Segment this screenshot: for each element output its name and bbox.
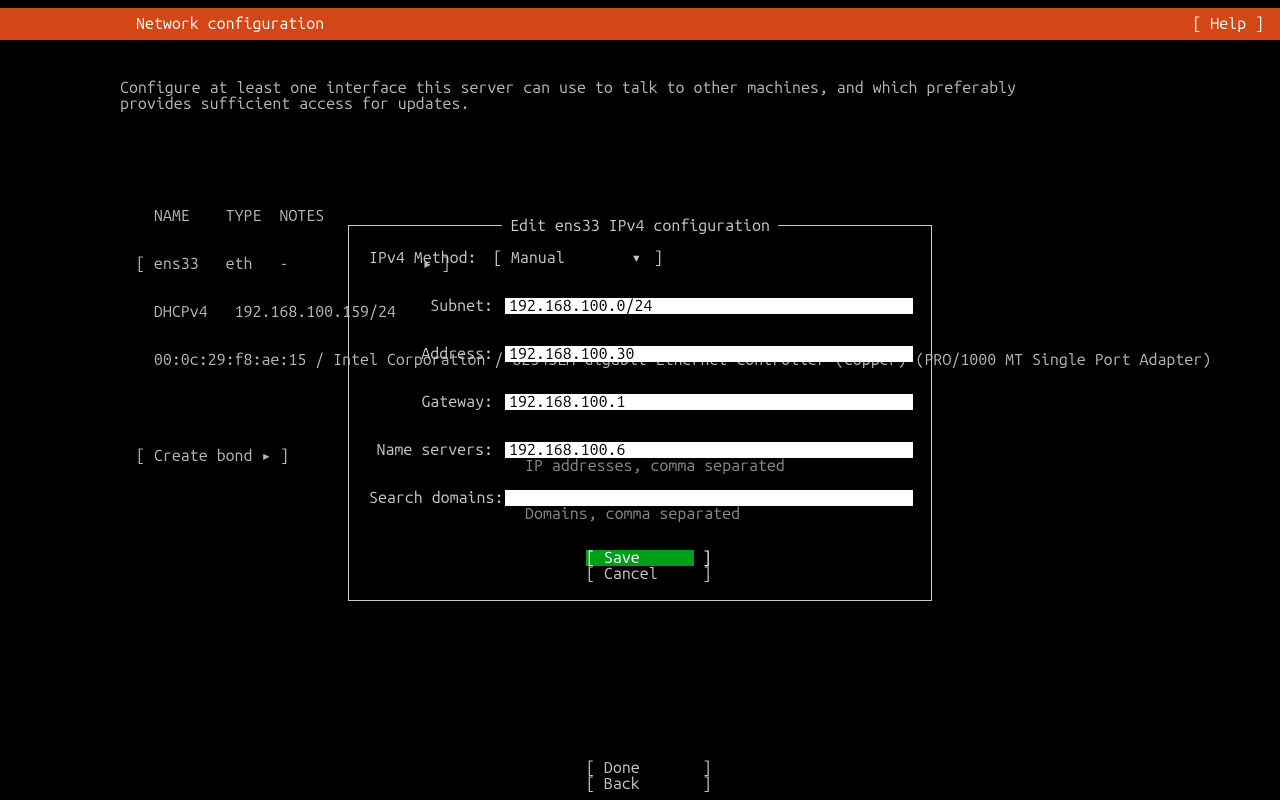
gateway-row: Gateway: (349, 394, 931, 410)
dialog-title: Edit ens33 IPv4 configuration (502, 217, 778, 235)
instructions-text: Configure at least one interface this se… (0, 80, 1060, 112)
address-row: Address: (349, 346, 931, 362)
dialog-title-wrap: Edit ens33 IPv4 configuration (349, 218, 931, 234)
save-row: Save (349, 550, 931, 566)
cancel-row: Cancel (349, 566, 931, 582)
subnet-label: Subnet: (369, 298, 493, 314)
iface-name: ens33 (154, 255, 199, 273)
header-bar: Network configuration Help (0, 8, 1280, 40)
cancel-label: Cancel (604, 565, 658, 583)
subnet-row: Subnet: (349, 298, 931, 314)
searchdomains-hint: Domains, comma separated (525, 506, 931, 522)
nameservers-input[interactable] (505, 442, 913, 458)
address-input[interactable] (505, 346, 913, 362)
done-button[interactable]: Done (586, 760, 694, 776)
iface-notes: - (279, 255, 288, 273)
ipv4-method-label: IPv4 Method: (369, 250, 493, 266)
iface-type: eth (226, 255, 253, 273)
gateway-label: Gateway: (369, 394, 493, 410)
page-title: Network configuration (136, 16, 324, 32)
cancel-button[interactable]: Cancel (586, 566, 694, 582)
nameservers-hint: IP addresses, comma separated (525, 458, 931, 474)
address-label: Address: (369, 346, 493, 362)
back-button[interactable]: Back (586, 776, 694, 792)
searchdomains-row: Search domains: Domains, comma separated (349, 490, 931, 522)
nameservers-label: Name servers: (369, 442, 493, 458)
help-button[interactable]: Help (1192, 16, 1264, 32)
ipv4-method-row: IPv4 Method: [ Manual▾ ] (349, 250, 931, 266)
col-name: NAME (154, 207, 190, 225)
chevron-down-icon: ▾ (631, 250, 641, 266)
footer: Done Back (0, 760, 1280, 792)
searchdomains-label: Search domains: (369, 490, 493, 506)
chevron-right-icon: ▸ (261, 447, 271, 465)
gateway-input[interactable] (505, 394, 913, 410)
searchdomains-input[interactable] (505, 490, 913, 506)
back-label: Back (604, 775, 640, 793)
dhcp-label: DHCPv4 (154, 303, 208, 321)
col-type: TYPE (226, 207, 262, 225)
col-notes: NOTES (279, 207, 324, 225)
save-button[interactable]: Save (586, 550, 694, 566)
ipv4-config-dialog: Edit ens33 IPv4 configuration IPv4 Metho… (348, 225, 932, 601)
subnet-input[interactable] (505, 298, 913, 314)
create-bond-label: Create bond (154, 447, 253, 465)
ipv4-method-value: Manual (511, 250, 569, 266)
ipv4-method-select[interactable]: [ Manual▾ ] (493, 250, 663, 266)
nameservers-row: Name servers: IP addresses, comma separa… (349, 442, 931, 474)
